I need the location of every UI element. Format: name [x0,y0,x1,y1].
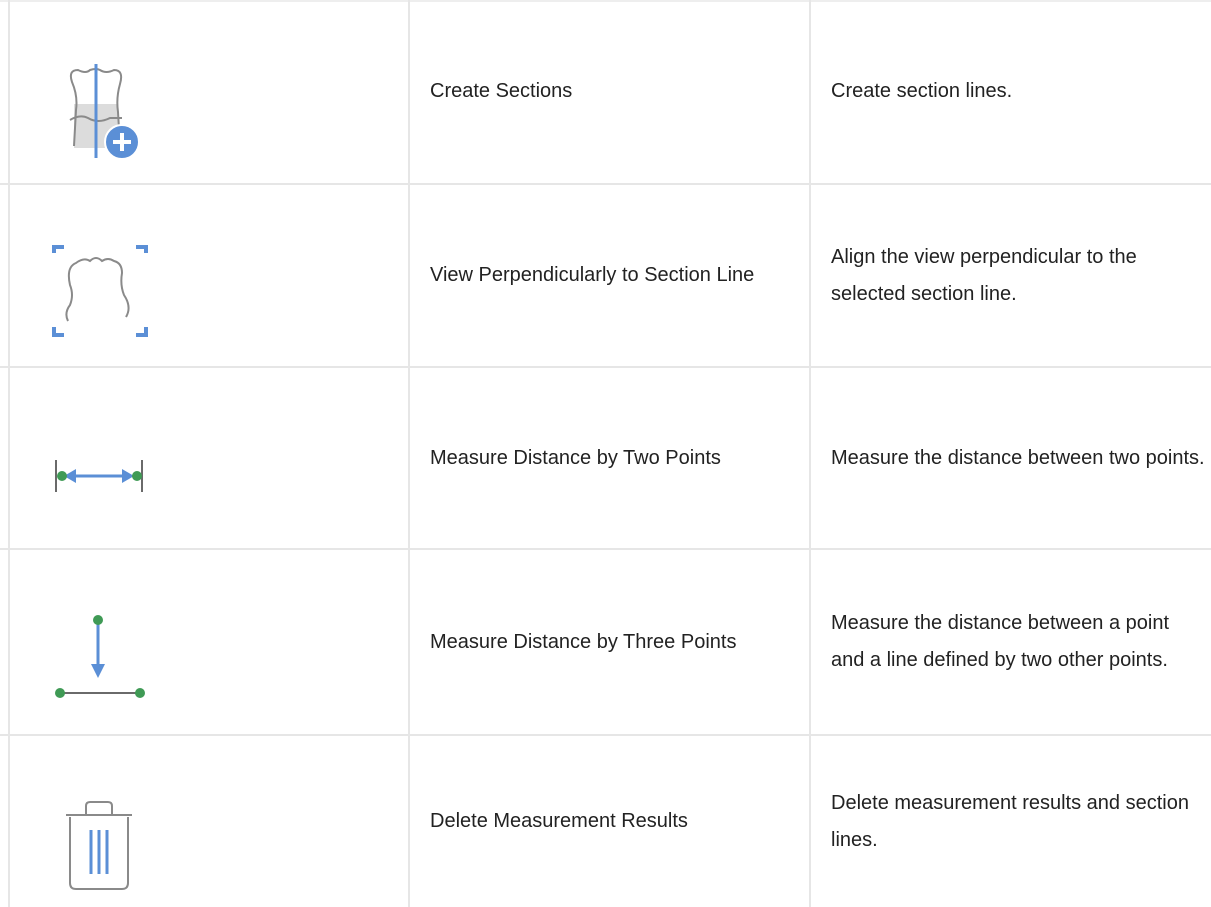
tool-description-cell: Align the view perpendicular to the sele… [831,185,1206,366]
tool-name: Measure Distance by Three Points [430,630,737,653]
tool-name: View Perpendicularly to Section Line [430,264,755,286]
tool-description: Align the view perpendicular to the sele… [831,245,1137,305]
tool-reference-table: Create Sections Create section lines. Vi… [0,0,1211,907]
table-row: Create Sections Create section lines. [0,0,1211,185]
create-sections-icon [69,64,140,160]
tool-name-cell: View Perpendicularly to Section Line [430,185,800,366]
tool-name-cell: Delete Measurement Results [430,736,800,907]
tool-description: Create section lines. [831,80,1013,102]
tool-description: Measure the distance between a point and… [831,612,1169,671]
column-divider [408,0,410,907]
table-row: Measure Distance by Two Points Measure t… [0,368,1211,550]
icon-cell [10,736,408,907]
icon-cell [10,185,408,366]
tool-description: Measure the distance between two points. [831,446,1205,469]
two-points-distance-icon [55,460,143,492]
tool-description-cell: Delete measurement results and section l… [831,736,1206,907]
tool-description-cell: Measure the distance between a point and… [831,550,1206,734]
three-points-distance-icon [55,615,145,698]
icon-cell [10,550,408,734]
view-perpendicular-icon [52,245,148,337]
tool-name-cell: Measure Distance by Three Points [430,550,800,734]
tool-description-cell: Create section lines. [831,0,1206,183]
trash-icon [66,801,132,890]
table-row: View Perpendicularly to Section Line Ali… [0,185,1211,368]
tool-name-cell: Create Sections [430,0,800,183]
table-row: Delete Measurement Results Delete measur… [0,736,1211,907]
tool-name: Measure Distance by Two Points [430,446,721,469]
tool-name: Delete Measurement Results [430,810,688,832]
icon-cell [10,0,408,183]
tool-description-cell: Measure the distance between two points. [831,368,1206,548]
table-row: Measure Distance by Three Points Measure… [0,550,1211,736]
tool-name: Create Sections [430,80,573,102]
tool-name-cell: Measure Distance by Two Points [430,368,800,548]
column-divider [809,0,811,907]
column-divider [8,0,10,907]
tool-description: Delete measurement results and section l… [831,791,1189,851]
icon-cell [10,368,408,548]
